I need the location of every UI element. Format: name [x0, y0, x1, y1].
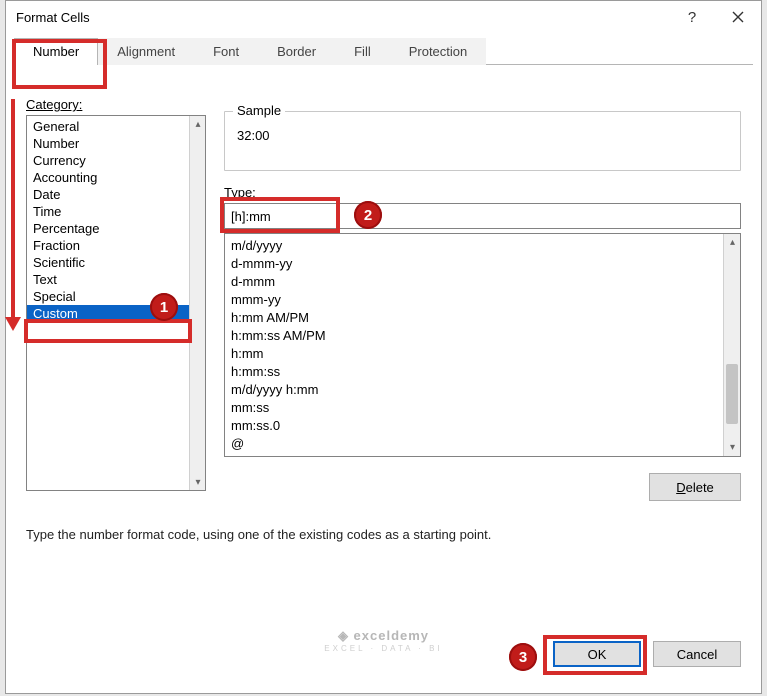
- close-button[interactable]: [715, 1, 761, 33]
- type-format-list[interactable]: m/d/yyyy d-mmm-yy d-mmm mmm-yy h:mm AM/P…: [224, 233, 741, 457]
- format-item[interactable]: m/d/yyyy h:mm: [231, 381, 734, 399]
- delete-button[interactable]: Delete: [649, 473, 741, 501]
- titlebar: Format Cells ?: [6, 1, 761, 33]
- category-item-time[interactable]: Time: [27, 203, 205, 220]
- category-item-currency[interactable]: Currency: [27, 152, 205, 169]
- scroll-up-icon[interactable]: ▴: [190, 116, 206, 132]
- category-item-custom[interactable]: Custom: [27, 305, 205, 322]
- format-item[interactable]: mm:ss: [231, 399, 734, 417]
- sample-legend: Sample: [233, 103, 285, 118]
- format-item[interactable]: m/d/yyyy: [231, 237, 734, 255]
- tab-protection[interactable]: Protection: [390, 38, 487, 65]
- format-item[interactable]: d-mmm-yy: [231, 255, 734, 273]
- format-item[interactable]: h:mm AM/PM: [231, 309, 734, 327]
- format-item[interactable]: h:mm:ss AM/PM: [231, 327, 734, 345]
- tab-fill[interactable]: Fill: [335, 38, 390, 65]
- scroll-down-icon[interactable]: ▾: [190, 474, 206, 490]
- format-item[interactable]: h:mm: [231, 345, 734, 363]
- close-icon: [732, 11, 744, 23]
- sample-group: Sample 32:00: [224, 111, 741, 171]
- category-item-date[interactable]: Date: [27, 186, 205, 203]
- format-item[interactable]: mmm-yy: [231, 291, 734, 309]
- category-item-scientific[interactable]: Scientific: [27, 254, 205, 271]
- dialog-footer: OK Cancel: [553, 641, 741, 683]
- category-label: Category:: [26, 97, 82, 112]
- category-scrollbar[interactable]: ▴ ▾: [189, 116, 205, 490]
- type-label: Type:: [224, 185, 256, 200]
- scroll-up-icon[interactable]: ▴: [724, 234, 741, 251]
- format-cells-dialog: Format Cells ? Number Alignment Font Bor…: [5, 0, 762, 694]
- tab-border[interactable]: Border: [258, 38, 335, 65]
- category-item-text[interactable]: Text: [27, 271, 205, 288]
- format-item[interactable]: @: [231, 435, 734, 453]
- annotation-arrow: [8, 99, 22, 331]
- category-item-number[interactable]: Number: [27, 135, 205, 152]
- scroll-down-icon[interactable]: ▾: [724, 439, 741, 456]
- category-item-special[interactable]: Special: [27, 288, 205, 305]
- ok-button[interactable]: OK: [553, 641, 641, 667]
- format-item[interactable]: h:mm:ss: [231, 363, 734, 381]
- hint-text: Type the number format code, using one o…: [26, 527, 491, 542]
- annotation-badge-3: 3: [509, 643, 537, 671]
- watermark-brand: ◈ exceldemy: [338, 628, 429, 643]
- category-listbox[interactable]: General Number Currency Accounting Date …: [26, 115, 206, 491]
- window-title: Format Cells: [16, 10, 90, 25]
- sample-value: 32:00: [225, 112, 740, 143]
- format-item[interactable]: d-mmm: [231, 273, 734, 291]
- format-item[interactable]: mm:ss.0: [231, 417, 734, 435]
- type-input[interactable]: [224, 203, 741, 229]
- cancel-button[interactable]: Cancel: [653, 641, 741, 667]
- annotation-badge-1: 1: [150, 293, 178, 321]
- help-button[interactable]: ?: [669, 1, 715, 33]
- tabstrip: Number Alignment Font Border Fill Protec…: [14, 37, 753, 65]
- category-item-general[interactable]: General: [27, 118, 205, 135]
- tab-number[interactable]: Number: [14, 38, 98, 65]
- tab-panel-number: Category: General Number Currency Accoun…: [14, 97, 753, 683]
- category-item-percentage[interactable]: Percentage: [27, 220, 205, 237]
- category-item-fraction[interactable]: Fraction: [27, 237, 205, 254]
- type-scrollbar[interactable]: ▴ ▾: [723, 234, 740, 456]
- category-item-accounting[interactable]: Accounting: [27, 169, 205, 186]
- scroll-thumb[interactable]: [726, 364, 738, 424]
- tab-alignment[interactable]: Alignment: [98, 38, 194, 65]
- annotation-badge-2: 2: [354, 201, 382, 229]
- tab-font[interactable]: Font: [194, 38, 258, 65]
